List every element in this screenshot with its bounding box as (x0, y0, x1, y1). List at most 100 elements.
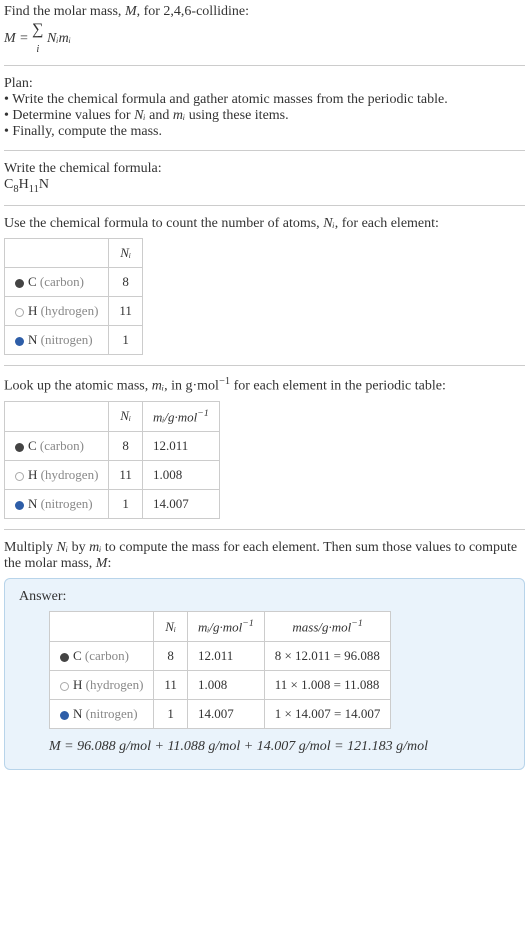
count-title-pre: Use the chemical formula to count the nu… (4, 216, 323, 231)
cell-n: 1 (154, 700, 188, 729)
answer-table: Nᵢ mᵢ/g·mol−1 mass/g·mol−1 C (carbon) 8 … (49, 611, 391, 729)
hydrogen-swatch-icon (60, 682, 69, 691)
table-header-row: Nᵢ (5, 239, 143, 268)
molar-mass-formula: M = ∑i Nᵢmᵢ (4, 22, 525, 55)
el-name: (carbon) (40, 438, 84, 453)
count-title-var: Nᵢ (323, 216, 335, 231)
header-m-pre: mᵢ/g·mol (198, 619, 242, 634)
formula-lhs: M (4, 31, 16, 46)
cell-n: 8 (109, 432, 143, 461)
cell-n: 11 (109, 461, 143, 490)
table-row: H (hydrogen) 11 (5, 297, 143, 326)
multiply-text: Multiply Nᵢ by mᵢ to compute the mass fo… (4, 540, 525, 572)
multiply-section: Multiply Nᵢ by mᵢ to compute the mass fo… (4, 540, 525, 770)
chem-h-n: 11 (29, 184, 39, 195)
chem-title: Write the chemical formula: (4, 161, 525, 177)
mult-mid: by (68, 540, 89, 555)
el-name: (carbon) (40, 274, 84, 289)
header-blank (5, 401, 109, 431)
element-cell: H (hydrogen) (50, 671, 154, 700)
el-name: (nitrogen) (86, 706, 138, 721)
cell-mass: 1 × 14.007 = 14.007 (264, 700, 391, 729)
formula-eq: = (16, 31, 32, 46)
lookup-title-var: mᵢ (152, 379, 164, 394)
header-m-pre: mᵢ/g·mol (153, 409, 197, 424)
count-title: Use the chemical formula to count the nu… (4, 216, 525, 232)
carbon-swatch-icon (15, 279, 24, 288)
plan-b2-pre: • Determine values for (4, 108, 134, 123)
header-m-exp: −1 (242, 618, 253, 629)
table-row: C (carbon) 8 12.011 (5, 432, 220, 461)
cell-n: 11 (154, 671, 188, 700)
final-equation: M = 96.088 g/mol + 11.088 g/mol + 14.007… (49, 739, 510, 755)
chem-c: C (4, 177, 13, 192)
header-mass-pre: mass/g·mol (292, 619, 351, 634)
final-var: M (49, 739, 61, 754)
intro-line: Find the molar mass, M, for 2,4,6-collid… (4, 4, 525, 20)
el-sym: N (28, 496, 37, 511)
cell-m: 1.008 (187, 671, 264, 700)
hydrogen-swatch-icon (15, 472, 24, 481)
lookup-title: Look up the atomic mass, mᵢ, in g·mol−1 … (4, 376, 525, 395)
mult-n: Nᵢ (57, 540, 69, 555)
intro-var-m: M (125, 4, 137, 19)
divider (4, 365, 525, 366)
el-sym: N (73, 706, 82, 721)
el-name: (carbon) (85, 648, 129, 663)
plan-title: Plan: (4, 76, 525, 92)
table-row: C (carbon) 8 (5, 268, 143, 297)
table-row: N (nitrogen) 1 14.007 (5, 490, 220, 519)
answer-box: Answer: Nᵢ mᵢ/g·mol−1 mass/g·mol−1 C (ca… (4, 578, 525, 770)
formula-rhs: Nᵢmᵢ (44, 31, 71, 46)
header-m: mᵢ/g·mol−1 (187, 612, 264, 642)
plan-section: Plan: • Write the chemical formula and g… (4, 76, 525, 140)
cell-mass: 8 × 12.011 = 96.088 (264, 642, 391, 671)
mult-mm: M (96, 556, 108, 571)
intro-pre: Find the molar mass, (4, 4, 125, 19)
lookup-title-mid: , in g·mol (164, 379, 219, 394)
final-eq-text: = 96.088 g/mol + 11.088 g/mol + 14.007 g… (61, 739, 428, 754)
mult-pre: Multiply (4, 540, 57, 555)
plan-bullet-1: • Write the chemical formula and gather … (4, 92, 525, 108)
element-cell: C (carbon) (5, 268, 109, 297)
cell-m: 12.011 (187, 642, 264, 671)
el-sym: H (28, 303, 37, 318)
el-name: (hydrogen) (41, 303, 99, 318)
cell-m: 12.011 (142, 432, 219, 461)
table-row: H (hydrogen) 11 1.008 (5, 461, 220, 490)
element-cell: N (nitrogen) (50, 700, 154, 729)
nitrogen-swatch-icon (60, 711, 69, 720)
el-sym: N (28, 332, 37, 347)
carbon-swatch-icon (60, 653, 69, 662)
header-n: Nᵢ (109, 239, 143, 268)
count-title-post: , for each element: (335, 216, 439, 231)
divider (4, 65, 525, 66)
header-blank (50, 612, 154, 642)
element-cell: N (nitrogen) (5, 326, 109, 355)
header-mass: mass/g·mol−1 (264, 612, 391, 642)
table-header-row: Nᵢ mᵢ/g·mol−1 (5, 401, 220, 431)
lookup-section: Look up the atomic mass, mᵢ, in g·mol−1 … (4, 376, 525, 519)
element-cell: N (nitrogen) (5, 490, 109, 519)
nitrogen-swatch-icon (15, 501, 24, 510)
lookup-title-exp: −1 (219, 376, 230, 387)
divider (4, 529, 525, 530)
el-sym: C (73, 648, 82, 663)
table-row: H (hydrogen) 11 1.008 11 × 1.008 = 11.08… (50, 671, 391, 700)
header-n: Nᵢ (154, 612, 188, 642)
header-m: mᵢ/g·mol−1 (142, 401, 219, 431)
cell-m: 1.008 (142, 461, 219, 490)
plan-bullet-3: • Finally, compute the mass. (4, 124, 525, 140)
divider (4, 150, 525, 151)
table-row: N (nitrogen) 1 (5, 326, 143, 355)
element-cell: H (hydrogen) (5, 461, 109, 490)
el-name: (hydrogen) (41, 467, 99, 482)
el-sym: C (28, 274, 37, 289)
lookup-table: Nᵢ mᵢ/g·mol−1 C (carbon) 8 12.011 H (hyd… (4, 401, 220, 519)
hydrogen-swatch-icon (15, 308, 24, 317)
table-row: C (carbon) 8 12.011 8 × 12.011 = 96.088 (50, 642, 391, 671)
el-name: (hydrogen) (86, 677, 144, 692)
cell-n: 11 (109, 297, 143, 326)
element-cell: H (hydrogen) (5, 297, 109, 326)
cell-m: 14.007 (187, 700, 264, 729)
